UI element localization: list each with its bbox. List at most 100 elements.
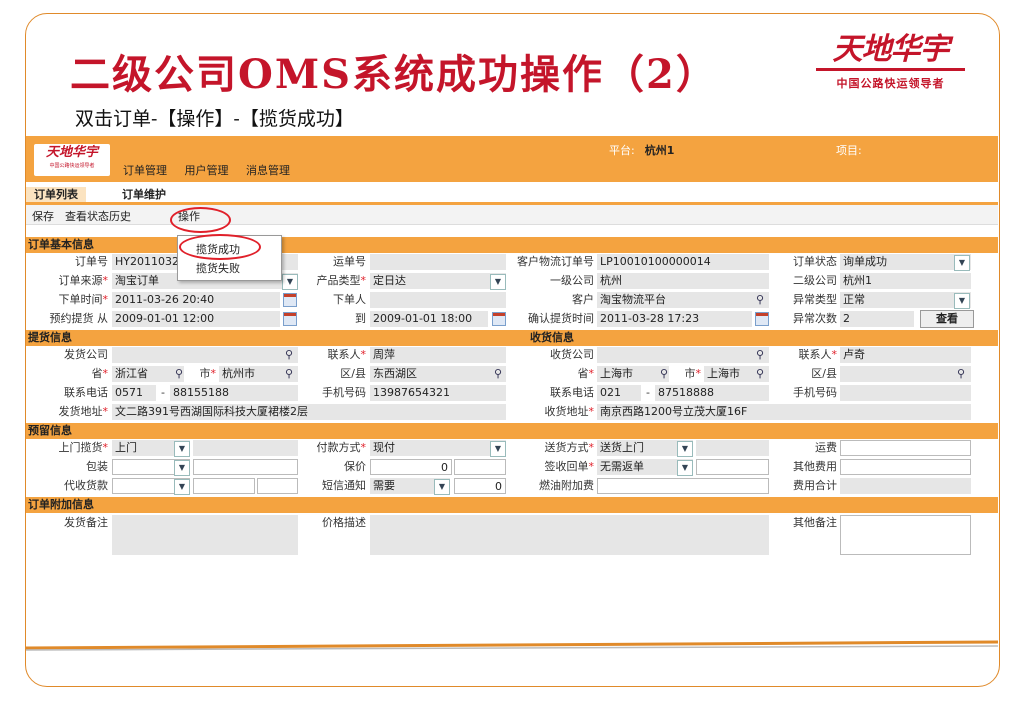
cust-order-label: 客户物流订单号 [517, 255, 594, 268]
customer-field[interactable]: 淘宝物流平台 [597, 292, 769, 308]
abn-count-field[interactable]: 2 [840, 311, 914, 327]
cod-extra-2[interactable] [257, 478, 298, 494]
app-logo-text: 天地华宇 [45, 145, 98, 160]
first-co-field[interactable]: 杭州 [597, 273, 769, 289]
ship-addr-field[interactable]: 文二路391号西湖国际科技大厦裙楼2层 [112, 404, 506, 420]
ship-company-field[interactable] [112, 347, 298, 363]
recv-prov-label: 省* [577, 367, 595, 380]
orderer-field[interactable] [370, 292, 506, 308]
sms-count-field[interactable]: 0 [454, 478, 506, 494]
price-desc-field[interactable] [370, 515, 769, 555]
insure-field[interactable]: 0 [370, 459, 452, 475]
chevron-down-icon[interactable]: ▼ [677, 441, 693, 457]
fuel-fee-field[interactable] [597, 478, 769, 494]
highlight-circle-operate [170, 207, 231, 233]
search-icon[interactable]: ⚲ [657, 367, 671, 381]
door-pickup-label: 上门揽货* [58, 441, 109, 454]
recv-contact-field[interactable]: 卢奇 [840, 347, 971, 363]
other-note-field[interactable] [840, 515, 971, 555]
recv-district-label: 区/县 [811, 367, 837, 380]
product-label: 产品类型* [316, 274, 367, 287]
other-fee-field[interactable] [840, 459, 971, 475]
platform-label: 平台: [609, 144, 635, 157]
cod-extra-1[interactable] [193, 478, 255, 494]
recv-company-field[interactable] [597, 347, 769, 363]
ship-district-field[interactable]: 东西湖区 [370, 366, 506, 382]
ship-city-label: 市* [199, 367, 217, 380]
search-icon[interactable]: ⚲ [282, 348, 296, 362]
chevron-down-icon[interactable]: ▼ [954, 293, 970, 309]
recv-addr-field[interactable]: 南京西路1200号立茂大厦16F [597, 404, 971, 420]
package-label: 包装 [86, 460, 108, 473]
source-label: 订单来源* [58, 274, 109, 287]
insure-extra[interactable] [454, 459, 506, 475]
ship-addr-label: 发货地址* [58, 405, 109, 418]
other-note-label: 其他备注 [793, 516, 837, 529]
save-button[interactable]: 保存 [32, 208, 54, 224]
chevron-down-icon[interactable]: ▼ [434, 479, 450, 495]
menu-order-management[interactable]: 订单管理 [123, 164, 167, 177]
app-logo: 天地华宇 中国公路快运领导者 [34, 144, 110, 176]
confirm-time-field[interactable]: 2011-03-28 17:23 [597, 311, 752, 327]
chevron-down-icon[interactable]: ▼ [677, 460, 693, 476]
tab-order-maintain[interactable]: 订单维护 [114, 187, 174, 202]
ship-phone-field[interactable]: 88155188 [170, 385, 298, 401]
menu-message-management[interactable]: 消息管理 [246, 164, 290, 177]
search-icon[interactable]: ⚲ [172, 367, 186, 381]
section-extra-info: 订单附加信息 [26, 497, 998, 513]
ship-mobile-field[interactable]: 13987654321 [370, 385, 506, 401]
cust-order-field[interactable]: LP10010100000014 [597, 254, 769, 270]
pickup-from-field[interactable]: 2009-01-01 12:00 [112, 311, 280, 327]
recv-city-label: 市* [684, 367, 702, 380]
second-co-field[interactable]: 杭州1 [840, 273, 971, 289]
menu-user-management[interactable]: 用户管理 [185, 164, 229, 177]
pay-method-select[interactable]: 现付 [370, 440, 506, 456]
recv-mobile-label: 手机号码 [793, 386, 837, 399]
package-extra[interactable] [193, 459, 298, 475]
recv-phone-sep: - [646, 386, 650, 399]
order-time-field[interactable]: 2011-03-26 20:40 [112, 292, 280, 308]
view-history-button[interactable]: 查看状态历史 [65, 208, 131, 224]
chevron-down-icon[interactable]: ▼ [490, 441, 506, 457]
recv-mobile-field[interactable] [840, 385, 971, 401]
search-icon[interactable]: ⚲ [491, 367, 505, 381]
recv-phone-area[interactable]: 021 [597, 385, 641, 401]
chevron-down-icon[interactable]: ▼ [282, 274, 298, 290]
deliver-extra[interactable] [696, 440, 769, 456]
receipt-extra[interactable] [696, 459, 769, 475]
insure-label: 保价 [344, 460, 366, 473]
search-icon[interactable]: ⚲ [753, 348, 767, 362]
main-menu: 订单管理 用户管理 消息管理 [123, 162, 304, 178]
chevron-down-icon[interactable]: ▼ [174, 460, 190, 476]
search-icon[interactable]: ⚲ [753, 293, 767, 307]
abn-type-select[interactable]: 正常 [840, 292, 971, 308]
search-icon[interactable]: ⚲ [954, 367, 968, 381]
total-fee-field[interactable] [840, 478, 971, 494]
view-button[interactable]: 查看 [920, 310, 974, 328]
product-select[interactable]: 定日达 [370, 273, 506, 289]
recv-phone-field[interactable]: 87518888 [655, 385, 769, 401]
search-icon[interactable]: ⚲ [753, 367, 767, 381]
search-icon[interactable]: ⚲ [282, 367, 296, 381]
calendar-icon[interactable] [283, 312, 297, 326]
tab-order-list[interactable]: 订单列表 [26, 187, 86, 202]
menu-item-pickup-fail[interactable]: 揽货失败 [196, 260, 240, 276]
calendar-icon[interactable] [755, 312, 769, 326]
recv-district-field[interactable] [840, 366, 971, 382]
send-note-field[interactable] [112, 515, 298, 555]
door-pickup-extra[interactable] [193, 440, 298, 456]
chevron-down-icon[interactable]: ▼ [490, 274, 506, 290]
status-select[interactable]: 询单成功 [840, 254, 971, 270]
chevron-down-icon[interactable]: ▼ [174, 479, 190, 495]
calendar-icon[interactable] [283, 293, 297, 307]
waybill-field[interactable] [370, 254, 506, 270]
chevron-down-icon[interactable]: ▼ [174, 441, 190, 457]
ship-phone-area[interactable]: 0571 [112, 385, 156, 401]
freight-field[interactable] [840, 440, 971, 456]
chevron-down-icon[interactable]: ▼ [954, 255, 970, 271]
slide-title: 二级公司OMS系统成功操作（2） [70, 51, 718, 98]
pickup-to-field[interactable]: 2009-01-01 18:00 [370, 311, 488, 327]
calendar-icon[interactable] [492, 312, 506, 326]
ship-contact-field[interactable]: 周萍 [370, 347, 506, 363]
content-blank-area [26, 564, 998, 634]
